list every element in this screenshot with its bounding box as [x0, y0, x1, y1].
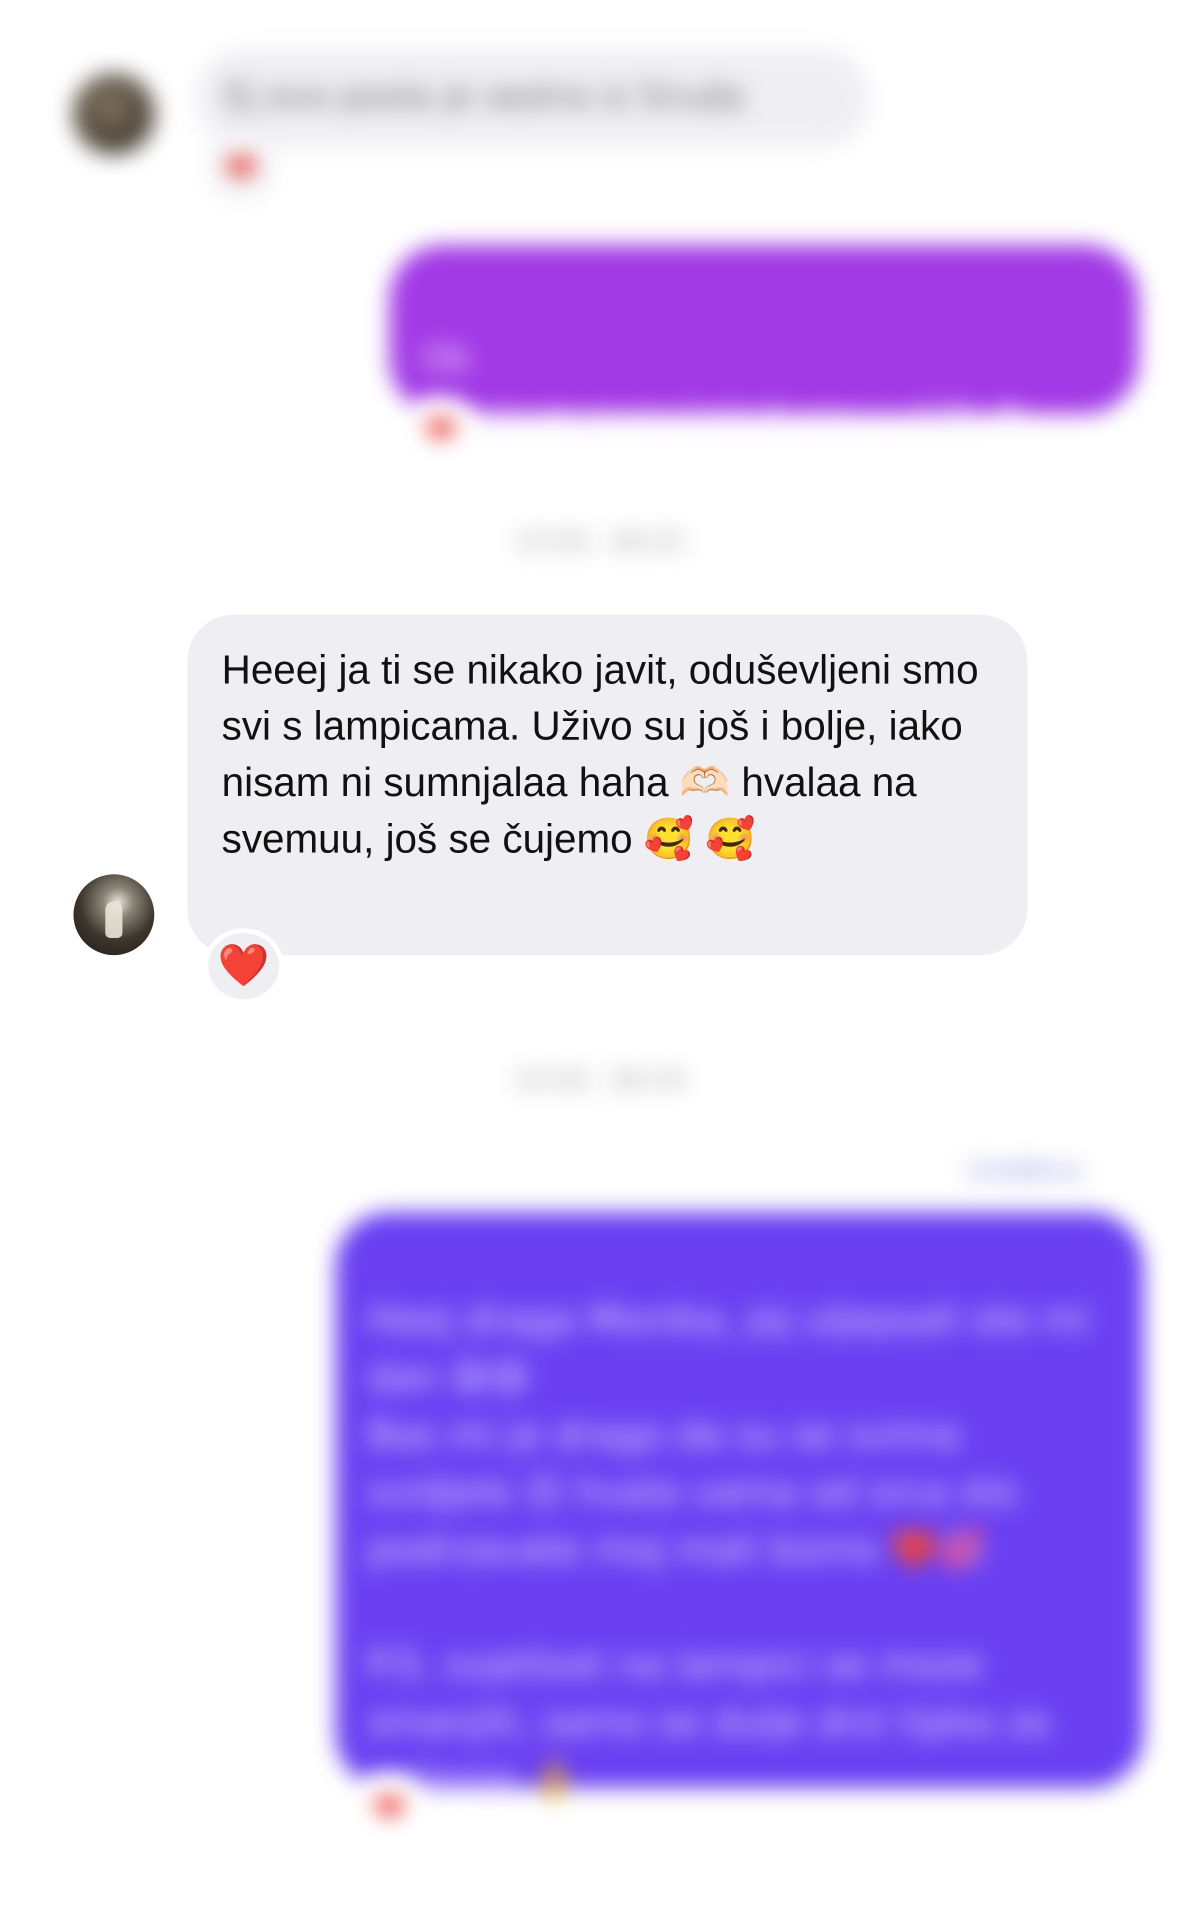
message-reaction[interactable]: ❤️	[203, 928, 285, 1005]
incoming-message-bubble[interactable]: Heeej ja ti se nikako javit, oduševljeni…	[187, 614, 1028, 956]
timestamp: 13.01. 16:14	[514, 1065, 686, 1096]
message-text: Heej draga Monika, joj uljepsali ste mi …	[367, 1297, 1090, 1803]
outgoing-message-bubble[interactable]: Heej draga Monika, joj uljepsali ste mi …	[335, 1212, 1144, 1802]
heart-icon: ❤️	[217, 941, 270, 991]
heart-icon: ❤	[372, 1785, 406, 1832]
message-text: Ej evo posla je sestra iz Gruda	[225, 75, 745, 117]
heart-icon: ❤	[224, 145, 258, 193]
message-reaction[interactable]: ❤	[352, 1773, 427, 1845]
message-text: Ok Bit ce muz na kolodvoru u 17h ❤	[421, 337, 1025, 440]
message-text: Heeej ja ti se nikako javit, oduševljeni…	[221, 646, 979, 861]
heart-icon: ❤	[424, 407, 458, 455]
message-reaction[interactable]: ❤	[208, 137, 275, 201]
edited-label: Uređeno	[967, 1155, 1082, 1187]
contact-avatar[interactable]	[73, 73, 155, 155]
message-reaction[interactable]: ❤	[404, 396, 478, 466]
chat-thread: Ej evo posla je sestra iz Gruda ❤ Ok Bit…	[0, 0, 1200, 1918]
contact-avatar[interactable]	[73, 874, 155, 956]
outgoing-message-bubble[interactable]: Ok Bit ce muz na kolodvoru u 17h ❤	[389, 244, 1139, 440]
timestamp: 13.01. 16:21	[514, 526, 686, 558]
incoming-message-bubble[interactable]: Ej evo posla je sestra iz Gruda	[195, 48, 870, 147]
avatar-photo-figure	[105, 901, 123, 938]
